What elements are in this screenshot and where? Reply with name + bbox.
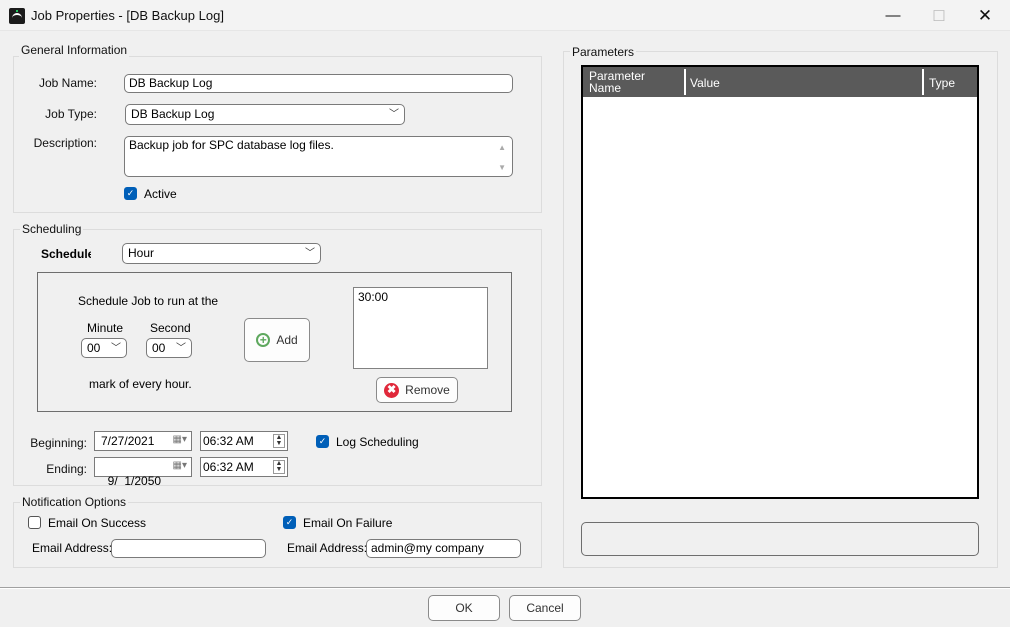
app-icon — [9, 8, 25, 24]
beginning-time-picker[interactable]: 06:32 AM ▲ ▼ — [200, 431, 288, 451]
schedule-select[interactable]: Hour ﹀ — [122, 243, 321, 264]
add-label: Add — [276, 333, 298, 347]
active-label: Active — [144, 187, 177, 201]
scheduling-legend: Scheduling — [20, 222, 84, 236]
calendar-icon[interactable]: ▦▾ — [173, 460, 187, 471]
remove-circle-icon: ✖ — [384, 382, 400, 398]
ending-date-value: 9/ 1/2050 — [107, 474, 162, 488]
success-email-input[interactable] — [111, 539, 266, 558]
times-list-item[interactable]: 30:00 — [358, 290, 483, 304]
spinner-icon[interactable]: ▲ ▼ — [273, 434, 285, 448]
parameter-description-box — [581, 522, 979, 556]
ending-date-picker[interactable]: 9/ 1/2050 ▦▾ — [94, 457, 192, 488]
window-title: Job Properties - [DB Backup Log] — [31, 8, 224, 23]
times-listbox[interactable]: 30:00 — [353, 287, 488, 369]
job-name-input[interactable]: DB Backup Log — [124, 74, 513, 93]
email-on-failure-checkbox[interactable]: ✓ — [283, 516, 296, 529]
success-email-label: Email Address: — [32, 541, 113, 555]
chevron-down-icon: ﹀ — [305, 248, 315, 259]
job-type-value: DB Backup Log — [131, 107, 215, 121]
ending-time-value: 06:32 AM — [203, 460, 254, 474]
calendar-icon[interactable]: ▦▾ — [173, 434, 187, 445]
chevron-down-icon: ﹀ — [176, 343, 186, 354]
email-on-success-checkbox[interactable] — [28, 516, 41, 529]
close-button[interactable]: ✕ — [962, 0, 1008, 31]
minute-label: Minute — [87, 321, 124, 335]
remove-label: Remove — [405, 383, 450, 397]
column-header-parameter-name[interactable]: Parameter Name — [589, 70, 674, 94]
minute-select[interactable]: 00 ﹀ — [81, 338, 127, 358]
scroll-up-icon[interactable]: ▲ — [498, 141, 506, 154]
ending-time-picker[interactable]: 06:32 AM ▲ ▼ — [200, 457, 288, 477]
job-name-label: Job Name: — [38, 76, 97, 90]
second-select[interactable]: 00 ﹀ — [146, 338, 192, 358]
general-information-legend: General Information — [19, 43, 130, 57]
email-on-failure-label: Email On Failure — [303, 516, 393, 530]
description-textarea[interactable]: Backup job for SPC database log files. ▲… — [124, 136, 513, 177]
ending-label: Ending: — [46, 462, 87, 476]
column-header-type[interactable]: Type — [929, 76, 955, 90]
ok-label: OK — [455, 601, 473, 615]
log-scheduling-checkbox[interactable]: ✓ — [316, 435, 329, 448]
schedule-value: Hour — [128, 246, 155, 260]
job-type-select[interactable]: DB Backup Log ﹀ — [125, 104, 405, 125]
scroll-down-icon[interactable]: ▼ — [498, 161, 506, 174]
mark-text: mark of every hour. — [89, 377, 192, 391]
beginning-time-value: 06:32 AM — [203, 434, 254, 448]
second-label: Second — [150, 321, 191, 335]
remove-button[interactable]: ✖ Remove — [376, 377, 458, 403]
email-on-success-label: Email On Success — [48, 516, 147, 530]
maximize-button[interactable]: ☐ — [916, 0, 962, 31]
plus-circle-icon: + — [256, 333, 271, 347]
column-divider — [922, 69, 924, 95]
notification-options-legend: Notification Options — [20, 495, 129, 509]
beginning-date-value: 7/27/2021 — [101, 434, 155, 448]
log-scheduling-label: Log Scheduling — [336, 435, 419, 449]
grid-header: Parameter Name Value Type — [583, 67, 977, 97]
chevron-down-icon: ﹀ — [389, 109, 399, 120]
description-value: Backup job for SPC database log files. — [129, 138, 334, 152]
column-divider — [684, 69, 686, 95]
column-header-value[interactable]: Value — [690, 76, 720, 90]
minute-value: 00 — [87, 341, 101, 355]
run-at-text: Schedule Job to run at the — [78, 294, 219, 308]
add-button[interactable]: + Add — [244, 318, 310, 362]
job-type-label: Job Type: — [45, 107, 97, 121]
cancel-label: Cancel — [526, 601, 564, 615]
parameters-legend: Parameters — [570, 45, 637, 59]
beginning-label: Beginning: — [30, 436, 87, 450]
title-bar: Job Properties - [DB Backup Log] — ☐ ✕ — [0, 0, 1010, 31]
second-value: 00 — [152, 341, 166, 355]
footer-divider-highlight — [0, 588, 1010, 589]
cancel-button[interactable]: Cancel — [509, 595, 581, 621]
schedule-label: Schedule — [41, 247, 91, 261]
description-label: Description: — [33, 136, 97, 150]
failure-email-label: Email Address: — [287, 541, 368, 555]
beginning-date-picker[interactable]: 7/27/2021 ▦▾ — [94, 431, 192, 451]
spinner-icon[interactable]: ▲ ▼ — [273, 460, 285, 474]
notification-options-group — [13, 502, 542, 568]
minimize-button[interactable]: — — [870, 0, 916, 31]
failure-email-input[interactable]: admin@my company — [366, 539, 521, 558]
active-checkbox[interactable]: ✓ — [124, 187, 137, 200]
ok-button[interactable]: OK — [428, 595, 500, 621]
parameters-grid[interactable]: Parameter Name Value Type — [581, 65, 979, 499]
chevron-down-icon: ﹀ — [111, 343, 121, 354]
